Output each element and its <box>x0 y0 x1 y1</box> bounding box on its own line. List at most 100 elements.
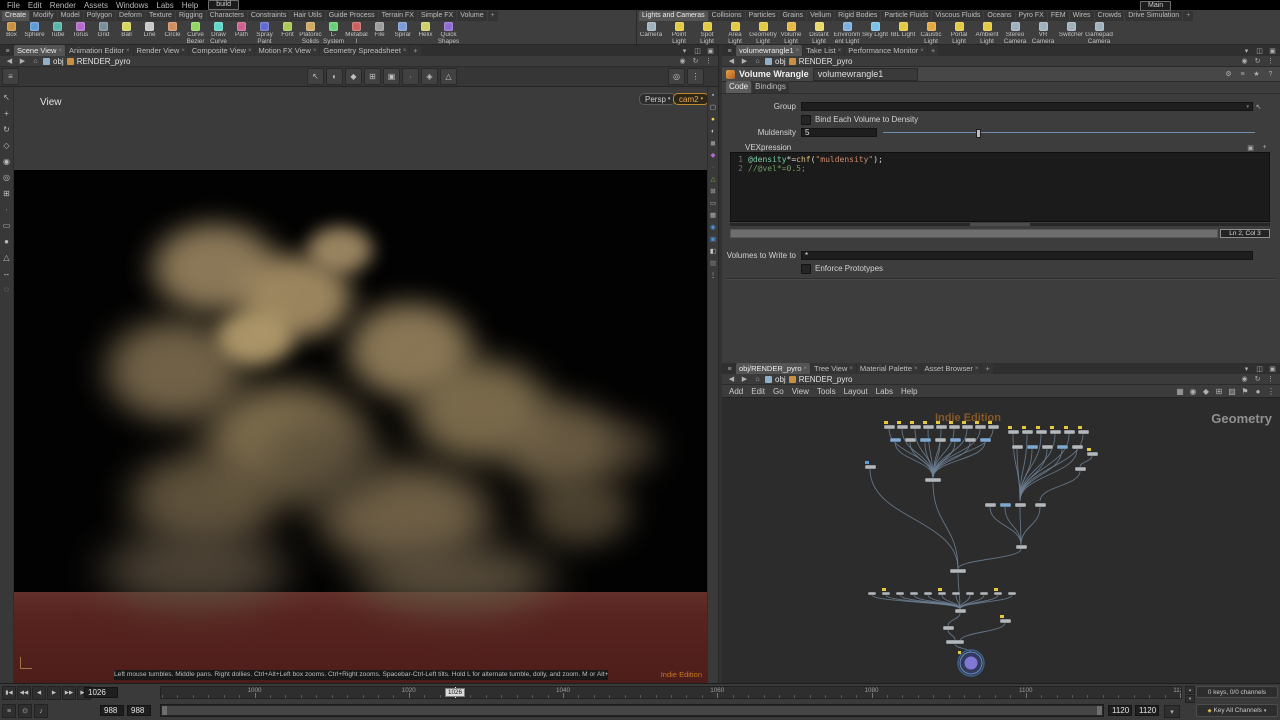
tab-scene-view[interactable]: Scene View× <box>14 45 65 56</box>
options-icon[interactable]: ⋮ <box>709 271 718 279</box>
shelf-tool-line[interactable]: Line <box>138 22 161 45</box>
graph-node[interactable] <box>1008 430 1019 434</box>
snap-point-icon[interactable]: ∙ <box>1 204 12 214</box>
graph-node[interactable] <box>884 425 895 429</box>
tab-motion-fx-view[interactable]: Motion FX View× <box>255 45 319 56</box>
tab-close-icon[interactable]: × <box>248 47 252 55</box>
tab-render-view[interactable]: Render View× <box>134 45 188 56</box>
tab-hair-utils[interactable]: Hair Utils <box>290 11 324 21</box>
snap-toggle-icon[interactable]: ◆ <box>345 68 362 85</box>
zoom-fit-icon[interactable]: ● <box>1252 386 1264 397</box>
tab-polygon[interactable]: Polygon <box>84 11 115 21</box>
lighting-icon[interactable]: ● <box>709 115 718 123</box>
measure-icon[interactable]: ↔ <box>1 268 12 278</box>
flags-icon[interactable]: ⚑ <box>1239 386 1251 397</box>
current-frame-field[interactable]: 1026 <box>84 687 118 698</box>
graph-node[interactable] <box>946 640 964 644</box>
global-range-end-field[interactable]: 1120 <box>1135 705 1159 716</box>
graph-node[interactable] <box>896 592 904 595</box>
tab-volume[interactable]: Volume <box>457 11 486 21</box>
pane-options-icon[interactable]: ⋮ <box>687 68 704 85</box>
pane-split-icon[interactable]: ◫ <box>1254 364 1265 374</box>
shelf-tool-ball[interactable]: Ball <box>115 22 138 45</box>
shelf-tool-ibl-light[interactable]: IBL Light <box>889 22 917 45</box>
pane-dropdown-icon[interactable]: ▾ <box>1241 364 1252 374</box>
background-icon[interactable]: ▨ <box>709 259 718 267</box>
netmenu-edit[interactable]: Edit <box>747 387 769 396</box>
tab-bindings[interactable]: Bindings <box>752 81 789 93</box>
network-editor-canvas[interactable]: Indie Edition Geometry <box>722 398 1280 683</box>
breadcrumb-node[interactable]: RENDER_pyro <box>798 375 854 384</box>
shelf-tool-tube[interactable]: Tube <box>46 22 69 45</box>
shelf-tool-stereo-camera[interactable]: Stereo Camera <box>1001 22 1029 45</box>
tab-oceans[interactable]: Oceans <box>984 11 1014 21</box>
range-end-handle[interactable] <box>1097 706 1102 715</box>
shelf-tool-file[interactable]: File <box>368 22 391 45</box>
tab-crowds[interactable]: Crowds <box>1095 11 1125 21</box>
graph-node[interactable] <box>936 425 947 429</box>
tab-rigging[interactable]: Rigging <box>176 11 206 21</box>
headlight-icon[interactable]: ◐ <box>709 127 718 135</box>
find-node-icon[interactable]: ◉ <box>1187 386 1199 397</box>
tab-close-icon[interactable]: × <box>403 47 407 55</box>
tab-lights-and-cameras[interactable]: Lights and Cameras <box>639 11 708 21</box>
jump-start-button[interactable]: ▮◀ <box>2 686 16 700</box>
more-icon[interactable]: ⋮ <box>703 56 714 66</box>
shelf-tool-gamepad-camera[interactable]: Gamepad Camera <box>1085 22 1113 45</box>
volumes-input[interactable]: * <box>801 251 1253 260</box>
graph-node[interactable] <box>980 592 988 595</box>
graph-node[interactable] <box>985 503 996 507</box>
tab-vellum[interactable]: Vellum <box>807 11 834 21</box>
spin-up-icon[interactable]: ▴ <box>1185 686 1195 694</box>
playback-range-end-field[interactable]: 1120 <box>1108 705 1132 716</box>
tab-take-list[interactable]: Take List× <box>803 45 844 56</box>
tab-volumewrangle1[interactable]: volumewrangle1× <box>736 45 802 56</box>
pose-tool-icon[interactable]: ◉ <box>1 156 12 166</box>
tab-rigid-bodies[interactable]: Rigid Bodies <box>835 11 880 21</box>
graph-node[interactable] <box>1075 467 1086 471</box>
take-selector[interactable]: Main <box>1140 1 1171 11</box>
shelf-tool-box[interactable]: Box <box>0 22 23 45</box>
shelf-tool-sky-light[interactable]: Sky Light <box>861 22 889 45</box>
graph-node[interactable] <box>952 592 960 595</box>
shelf-tool-area-light[interactable]: Area Light <box>721 22 749 45</box>
tab-simple-fx[interactable]: Simple FX <box>418 11 456 21</box>
tab-close-icon[interactable]: × <box>58 47 62 55</box>
shelf-tool-font[interactable]: Font <box>276 22 299 45</box>
shelf-tool-environment-light[interactable]: Environment Light <box>833 22 861 45</box>
pane-tab-menu-icon[interactable]: ≡ <box>2 46 13 56</box>
menu-edit[interactable]: Edit <box>24 1 46 10</box>
shelf-tool-helix[interactable]: Helix <box>414 22 437 45</box>
shelf-tool-volume-light[interactable]: Volume Light <box>777 22 805 45</box>
tab-model[interactable]: Model <box>58 11 83 21</box>
tab-grains[interactable]: Grains <box>779 11 806 21</box>
graph-node[interactable] <box>897 425 908 429</box>
shelf-tool-spot-light[interactable]: Spot Light <box>693 22 721 45</box>
graph-node[interactable] <box>1057 445 1068 449</box>
graph-node[interactable] <box>1050 430 1061 434</box>
shelf-tool-l-system[interactable]: L-System <box>322 22 345 45</box>
enforce-prototypes-checkbox[interactable] <box>801 264 811 274</box>
shelf-tool-point-light[interactable]: Point Light <box>665 22 693 45</box>
tab-deform[interactable]: Deform <box>116 11 145 21</box>
range-start-handle[interactable] <box>162 706 167 715</box>
rotate-tool-icon[interactable]: ↻ <box>1 124 12 134</box>
new-tab-button[interactable]: + <box>488 11 498 21</box>
forward-icon[interactable]: ▶ <box>17 56 28 66</box>
sync-icon[interactable]: ↻ <box>1252 374 1263 384</box>
tab-guide-process[interactable]: Guide Process <box>326 11 378 21</box>
shelf-tool-geometry-light[interactable]: Geometry Light <box>749 22 777 45</box>
graph-node[interactable] <box>923 425 934 429</box>
shelf-tool-path[interactable]: Path <box>230 22 253 45</box>
viewport-menu-icon[interactable]: ≡ <box>2 68 19 85</box>
shading-mode-icon[interactable]: ▪ <box>709 91 718 99</box>
tab-fem[interactable]: FEM <box>1048 11 1069 21</box>
tab-modify[interactable]: Modify <box>30 11 57 21</box>
spin-down-icon[interactable]: ▾ <box>1185 695 1195 703</box>
menu-render[interactable]: Render <box>46 1 80 10</box>
shelf-tool-portal-light[interactable]: Portal Light <box>945 22 973 45</box>
multi-snap-icon[interactable]: ◈ <box>421 68 438 85</box>
help-icon[interactable]: ? <box>1265 69 1276 79</box>
menu-help[interactable]: Help <box>178 1 202 10</box>
graph-node[interactable] <box>938 592 946 595</box>
